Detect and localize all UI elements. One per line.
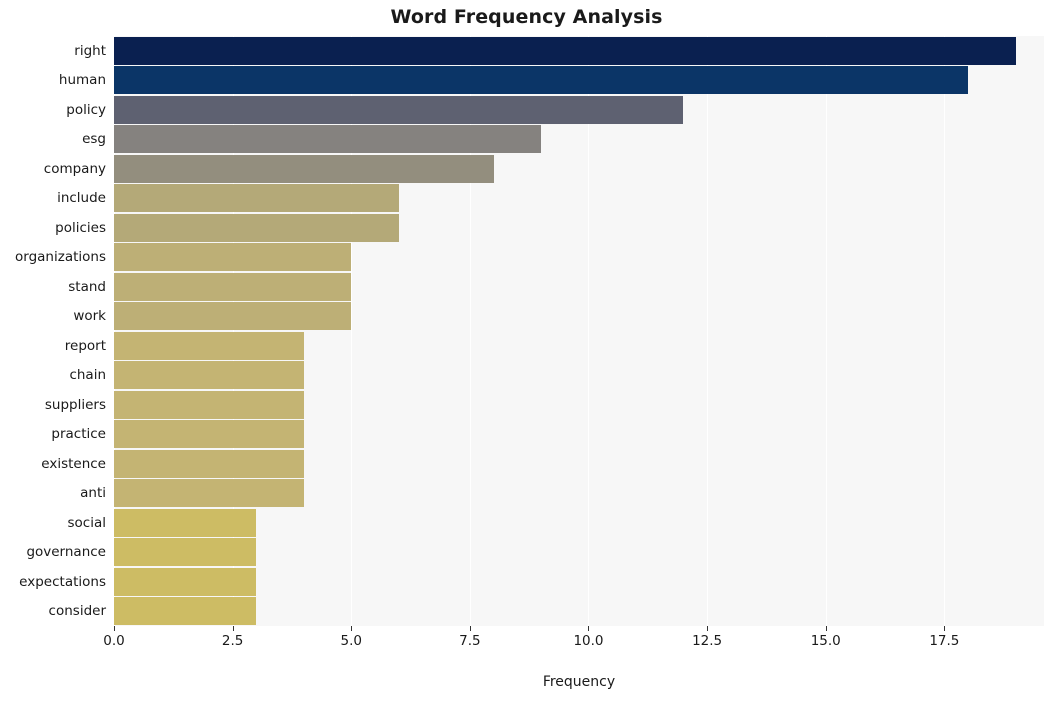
x-axis-title: Frequency [542, 674, 616, 690]
x-tick [588, 626, 590, 631]
x-axis: 0.0 2.5 5.0 7.5 10.0 12.5 15.0 17.5 [103, 626, 1044, 666]
y-tick-label: report [64, 337, 106, 354]
y-tick-label: anti [80, 485, 106, 502]
x-tick [351, 626, 353, 631]
y-tick-label: practice [51, 426, 106, 443]
y-tick-label: work [73, 308, 106, 325]
y-tick-label: social [67, 514, 107, 531]
x-tick-label: 2.5 [221, 633, 244, 649]
x-tick-label: 0.0 [103, 633, 125, 649]
x-tick-label: 17.5 [929, 633, 960, 649]
y-tick-label: organizations [15, 249, 106, 266]
y-tick-label: policy [66, 101, 106, 118]
y-tick-label: existence [41, 455, 106, 472]
y-tick-label: stand [68, 278, 106, 295]
x-tick [469, 626, 471, 631]
y-tick-label: governance [26, 544, 106, 561]
y-tick-label: chain [69, 367, 106, 384]
y-tick-label: company [43, 160, 106, 177]
x-tick [825, 626, 827, 631]
x-tick-label: 7.5 [459, 633, 481, 649]
x-tick-label: 12.5 [692, 633, 723, 649]
y-tick-label: suppliers [44, 396, 106, 413]
x-tick-label: 10.0 [573, 633, 604, 649]
y-tick-label: esg [82, 131, 106, 148]
word-frequency-chart: Word Frequency Analysis right human policy… [0, 0, 1053, 701]
x-tick [944, 626, 946, 631]
y-tick-label: include [57, 190, 106, 207]
x-tick [232, 626, 234, 631]
y-tick-label: consider [48, 603, 106, 620]
y-tick-label: right [74, 42, 106, 59]
x-tick [114, 626, 115, 631]
chart-title: Word Frequency Analysis [390, 6, 663, 28]
y-tick-label: human [58, 72, 106, 89]
y-tick-label: expectations [19, 573, 106, 590]
x-tick-label: 15.0 [810, 633, 841, 649]
y-axis: right human policy esg company include policie… [0, 36, 1053, 626]
x-tick-label: 5.0 [340, 633, 362, 649]
y-tick-label: policies [55, 219, 106, 236]
x-tick [707, 626, 709, 631]
